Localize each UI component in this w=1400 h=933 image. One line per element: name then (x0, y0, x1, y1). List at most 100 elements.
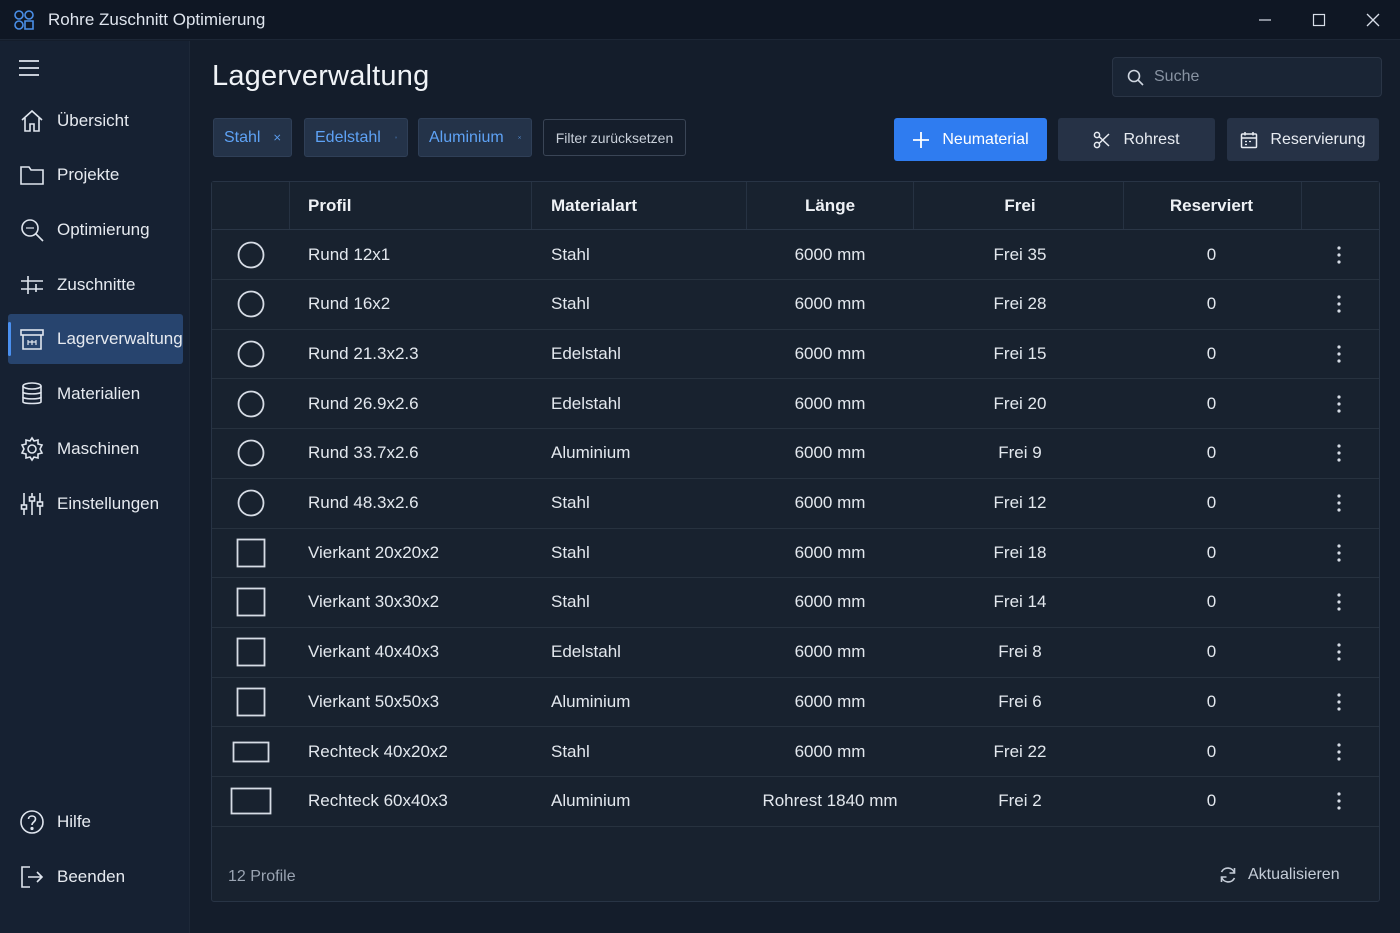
search-input[interactable] (1154, 68, 1354, 86)
table-row[interactable]: Vierkant 20x20x2 Stahl 6000 mm Frei 18 0 (212, 528, 1379, 579)
profil-cell: Rechteck 40x20x2 (308, 741, 448, 761)
column-header-laenge[interactable]: Länge (746, 182, 914, 229)
table-row[interactable]: Vierkant 30x30x2 Stahl 6000 mm Frei 14 0 (212, 578, 1379, 628)
row-menu-button[interactable] (1322, 628, 1356, 677)
column-header-reserviert[interactable]: Reserviert (1124, 182, 1299, 229)
row-menu-button[interactable] (1322, 280, 1356, 329)
remove-filter-icon[interactable] (394, 132, 397, 143)
laenge-cell: 6000 mm (794, 294, 866, 314)
round-profile-icon (237, 390, 264, 417)
row-menu-button[interactable] (1322, 777, 1356, 826)
column-header-materialart[interactable]: Materialart (551, 182, 637, 229)
row-menu-button[interactable] (1322, 578, 1356, 627)
row-menu-button[interactable] (1322, 230, 1356, 279)
hamburger-menu-icon[interactable] (18, 59, 40, 77)
sidebar-item-hilfe[interactable]: Hilfe (8, 797, 183, 847)
frei-cell: Frei 2 (998, 791, 1042, 811)
frei-cell: Frei 12 (993, 493, 1047, 512)
column-header-profil[interactable]: Profil (308, 182, 351, 229)
round-profile-icon (237, 489, 264, 517)
filter-chip-aluminium[interactable]: Aluminium (418, 118, 532, 157)
sidebar-item-maschinen[interactable]: Maschinen (8, 424, 183, 474)
profil-cell: Vierkant 30x30x2 (308, 592, 440, 612)
sidebar-item-einstellungen[interactable]: Einstellungen (8, 479, 183, 529)
table-row[interactable]: Rund 33.7x2.6 Aluminium 6000 mm Frei 9 0 (212, 429, 1379, 479)
inventory-table: Profil Materialart Länge Frei Reserviert… (211, 181, 1380, 902)
frei-cell: Frei 9 (998, 443, 1042, 463)
table-row[interactable]: Vierkant 50x50x3 Aluminium 6000 mm Frei 6 0 (212, 677, 1379, 728)
sidebar-item-uebersicht[interactable]: Übersicht (8, 96, 183, 146)
window-title: Rohre Zuschnitt Optimierung (48, 9, 266, 29)
table-row[interactable]: Rund 21.3x2.3 Edelstahl 6000 mm Frei 15 0 (212, 329, 1379, 380)
reservierung-button[interactable]: Reservierung (1227, 118, 1379, 161)
sidebar-item-beenden[interactable]: Beenden (8, 852, 183, 902)
remove-filter-icon[interactable] (274, 132, 281, 143)
table-row[interactable]: Rund 16x2 Stahl 6000 mm Frei 28 0 (212, 280, 1379, 330)
table-row[interactable]: Rund 48.3x2.6 Stahl 6000 mm Frei 12 0 (212, 479, 1379, 529)
rohrest-button[interactable]: Rohrest (1058, 118, 1215, 161)
row-menu-button[interactable] (1322, 528, 1356, 577)
material-cell: Stahl (551, 294, 590, 314)
row-menu-button[interactable] (1322, 329, 1356, 378)
profil-cell: Rund 48.3x2.6 (308, 493, 419, 512)
profil-cell: Rechteck 60x40x3 (308, 791, 448, 811)
profil-cell: Vierkant 40x40x3 (308, 642, 440, 662)
filter-chip-edelstahl[interactable]: Edelstahl (304, 118, 408, 157)
table-row[interactable]: Rund 12x1 Stahl 6000 mm Frei 35 0 (212, 230, 1379, 280)
material-cell: Stahl (551, 244, 590, 264)
profile-count: 12 Profile (228, 868, 296, 885)
more-vertical-icon (1337, 643, 1341, 661)
sidebar-item-materialien[interactable]: Materialien (8, 369, 183, 419)
reserviert-cell: 0 (1206, 343, 1217, 363)
column-header-frei[interactable]: Frei (914, 182, 1126, 229)
laenge-cell: 6000 mm (794, 493, 866, 512)
row-menu-button[interactable] (1322, 429, 1356, 478)
maximize-button[interactable] (1292, 0, 1346, 40)
home-icon (21, 109, 43, 132)
reserviert-cell: 0 (1206, 294, 1217, 314)
profile-shape-cell (212, 777, 289, 826)
close-window-button[interactable] (1346, 0, 1400, 40)
refresh-icon (1220, 867, 1236, 883)
new-material-button[interactable]: Neumaterial (894, 118, 1047, 161)
table-row[interactable]: Rechteck 60x40x3 Aluminium Rohrest 1840 mm… (212, 777, 1379, 827)
frei-cell: Frei 15 (993, 343, 1047, 363)
minimize-button[interactable] (1238, 0, 1292, 40)
row-menu-button[interactable] (1322, 727, 1356, 776)
filter-chip-stahl[interactable]: Stahl (213, 118, 292, 157)
sidebar-item-lagerverwaltung[interactable]: Lagerverwaltung (8, 314, 183, 364)
sidebar: Übersicht Projekte Optimierung Zuschnitt… (0, 41, 190, 933)
refresh-button[interactable]: Aktualisieren (1218, 865, 1340, 885)
sidebar-item-optimierung[interactable]: Optimierung (8, 205, 183, 255)
laenge-cell: 6000 mm (794, 393, 866, 413)
profil-cell: Rund 26.9x2.6 (308, 393, 419, 413)
sidebar-item-label: Materialien (57, 384, 141, 403)
square-profile-icon (236, 587, 265, 617)
sidebar-item-label: Projekte (57, 165, 120, 184)
table-header: Profil Materialart Länge Frei Reserviert (212, 182, 1379, 230)
profile-shape-cell (212, 727, 289, 776)
help-icon (20, 810, 44, 834)
row-menu-button[interactable] (1322, 379, 1356, 428)
row-menu-button[interactable] (1322, 677, 1356, 726)
profil-cell: Vierkant 20x20x2 (308, 542, 440, 562)
reserviert-cell: 0 (1206, 393, 1217, 413)
table-row[interactable]: Vierkant 40x40x3 Edelstahl 6000 mm Frei 8 0 (212, 628, 1379, 678)
filter-reset-button[interactable]: Filter zurücksetzen (543, 119, 686, 156)
sidebar-item-projekte[interactable]: Projekte (8, 150, 183, 200)
material-cell: Aluminium (551, 691, 631, 711)
plus-icon (913, 131, 930, 148)
laenge-cell: 6000 mm (794, 244, 866, 264)
row-menu-button[interactable] (1322, 479, 1356, 528)
calendar-icon (1241, 131, 1258, 148)
profile-shape-cell (212, 329, 289, 378)
remove-filter-icon[interactable] (517, 132, 521, 143)
table-row[interactable]: Rund 26.9x2.6 Edelstahl 6000 mm Frei 20 0 (212, 379, 1379, 430)
sidebar-item-zuschnitte[interactable]: Zuschnitte (8, 260, 183, 310)
laenge-cell: 6000 mm (794, 691, 866, 711)
search-box[interactable] (1112, 57, 1382, 97)
material-cell: Stahl (551, 741, 590, 761)
profile-shape-cell (212, 230, 289, 279)
laenge-cell: 6000 mm (794, 542, 866, 562)
table-row[interactable]: Rechteck 40x20x2 Stahl 6000 mm Frei 22 0 (212, 727, 1379, 777)
